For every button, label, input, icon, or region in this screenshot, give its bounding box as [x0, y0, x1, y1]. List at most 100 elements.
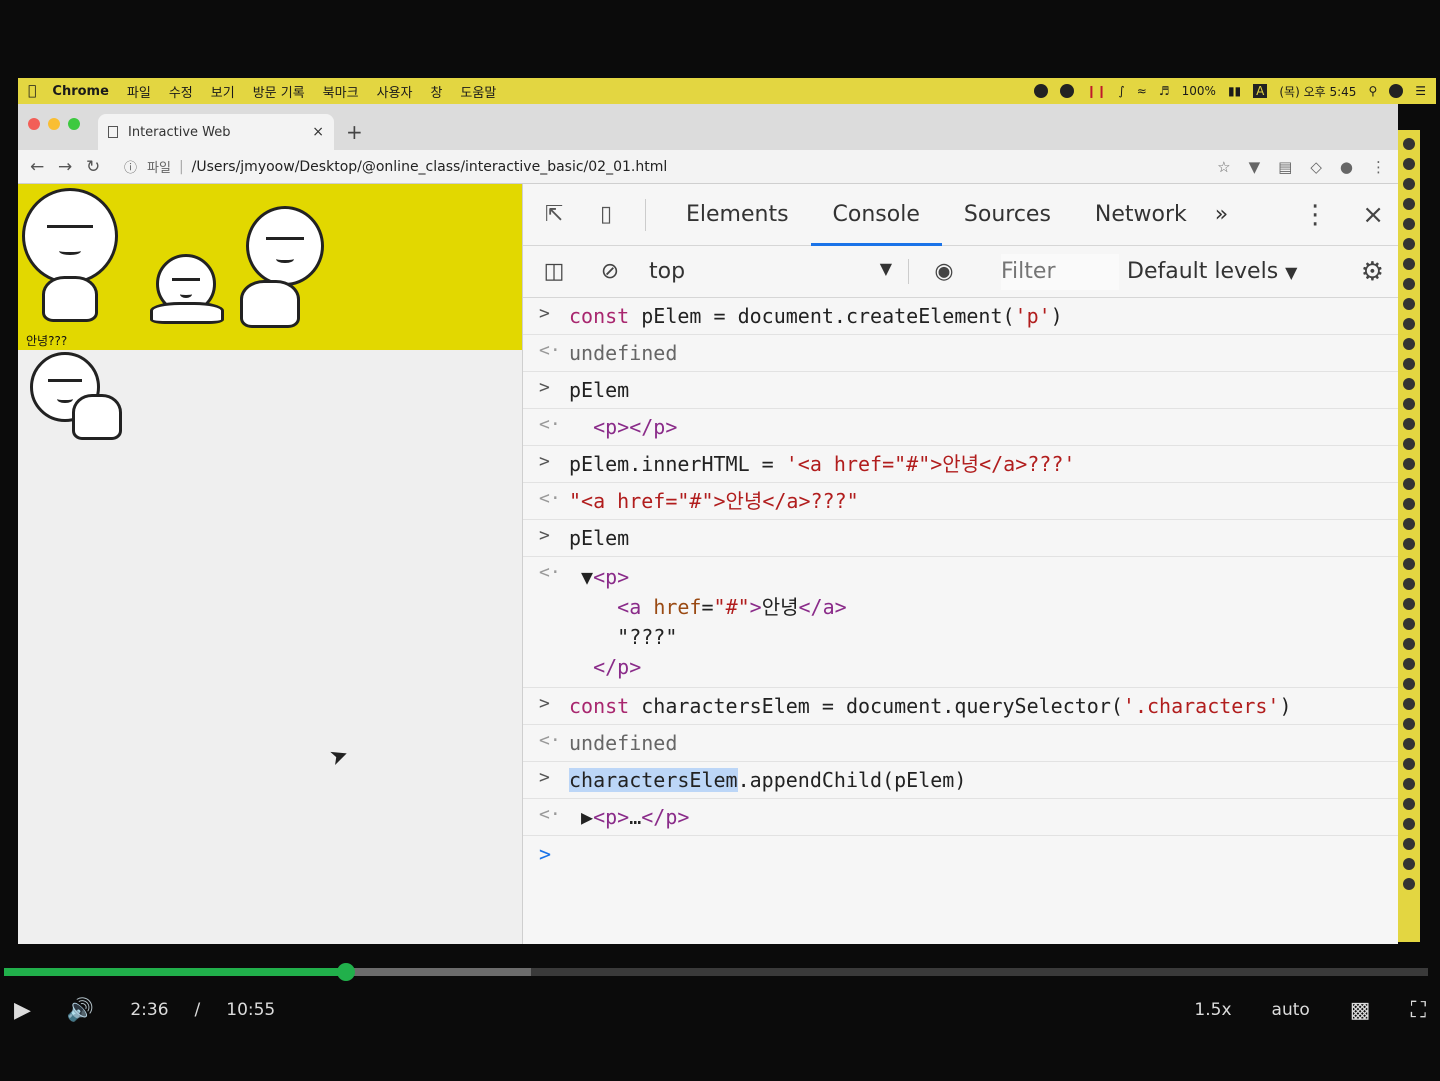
app-icon[interactable]	[1403, 838, 1415, 850]
new-tab-button[interactable]: +	[346, 114, 363, 150]
console-input-row[interactable]: > pElem	[523, 372, 1398, 409]
inspect-element-icon[interactable]: ⇱	[537, 200, 571, 230]
minimize-window-button[interactable]	[48, 118, 60, 130]
volume-icon[interactable]: 🔊	[67, 998, 94, 1023]
console-prompt-input[interactable]: >	[523, 836, 1398, 874]
clear-console-icon[interactable]: ⊘	[593, 259, 627, 284]
bluetooth-icon[interactable]: ∫	[1119, 84, 1125, 98]
console-filter-input[interactable]	[1001, 253, 1119, 290]
console-output-row[interactable]: <· <p></p>	[523, 409, 1398, 446]
app-icon[interactable]	[1403, 278, 1415, 290]
more-tabs-chevron-icon[interactable]: »	[1215, 202, 1228, 227]
extension-icon[interactable]: ▼	[1249, 158, 1261, 176]
bookmark-star-icon[interactable]: ☆	[1217, 158, 1230, 176]
app-icon[interactable]	[1403, 658, 1415, 670]
console-output-row[interactable]: <· ▼<p> <a href="#">안녕</a> "???" </p>	[523, 557, 1398, 688]
app-icon[interactable]	[1403, 318, 1415, 330]
sidebar-toggle-icon[interactable]: ◫	[537, 259, 571, 284]
tab-network[interactable]: Network	[1073, 184, 1209, 246]
app-icon[interactable]	[1403, 798, 1415, 810]
seek-handle[interactable]	[336, 963, 355, 981]
menu-item-window[interactable]: 창	[430, 82, 442, 101]
app-icon[interactable]	[1403, 378, 1415, 390]
app-icon[interactable]	[1403, 478, 1415, 490]
appended-paragraph-text[interactable]: 안녕???	[26, 332, 67, 349]
pause-icon[interactable]: ❙❙	[1086, 84, 1106, 98]
app-icon[interactable]	[1403, 218, 1415, 230]
log-levels-dropdown[interactable]: Default levels ▼	[1127, 259, 1297, 284]
app-icon[interactable]	[1403, 858, 1415, 870]
menu-item-file[interactable]: 파일	[127, 82, 151, 101]
play-icon[interactable]: ▶	[14, 998, 31, 1023]
reload-icon[interactable]: ↻	[86, 157, 114, 177]
app-icon[interactable]	[1403, 398, 1415, 410]
forward-arrow-icon[interactable]: →	[58, 157, 86, 177]
notification-center-icon[interactable]: ☰	[1415, 84, 1426, 98]
app-icon[interactable]	[1403, 178, 1415, 190]
status-app-icon[interactable]	[1034, 84, 1049, 98]
menu-item-help[interactable]: 도움말	[460, 82, 496, 101]
app-icon[interactable]	[1403, 878, 1415, 890]
fullscreen-icon[interactable]: ⛶	[1411, 998, 1426, 1023]
quality-button[interactable]: auto	[1272, 1000, 1310, 1020]
console-input-row[interactable]: > charactersElem.appendChild(pElem)	[523, 762, 1398, 799]
console-input-row[interactable]: > const charactersElem = document.querySe…	[523, 688, 1398, 725]
app-icon[interactable]	[1403, 518, 1415, 530]
live-expression-eye-icon[interactable]: ◉	[927, 259, 961, 284]
console-output-row[interactable]: <· ▶<p>…</p>	[523, 799, 1398, 836]
menu-app-name[interactable]: Chrome	[52, 84, 109, 99]
back-arrow-icon[interactable]: ←	[30, 157, 58, 177]
console-input-row[interactable]: > pElem.innerHTML = '<a href="#">안녕</a>??…	[523, 446, 1398, 483]
close-tab-icon[interactable]: ×	[312, 124, 324, 140]
profile-avatar[interactable]: ●	[1340, 158, 1353, 176]
console-input-row[interactable]: > const pElem = document.createElement('p…	[523, 298, 1398, 335]
app-icon[interactable]	[1403, 418, 1415, 430]
spotlight-search-icon[interactable]: ⚲	[1368, 84, 1377, 98]
app-icon[interactable]	[1403, 498, 1415, 510]
siri-icon[interactable]	[1389, 84, 1404, 98]
chrome-menu-icon[interactable]: ⋮	[1371, 158, 1386, 176]
app-icon[interactable]	[1403, 598, 1415, 610]
video-progress-bar[interactable]	[4, 963, 1428, 981]
extension-icon[interactable]: ▤	[1278, 158, 1292, 176]
extension-icon[interactable]: ◇	[1310, 158, 1322, 176]
info-icon[interactable]: ⓘ	[124, 157, 137, 176]
app-icon[interactable]	[1403, 358, 1415, 370]
app-icon[interactable]	[1403, 458, 1415, 470]
close-devtools-icon[interactable]: ×	[1362, 200, 1384, 230]
app-icon[interactable]	[1403, 678, 1415, 690]
app-icon[interactable]	[1403, 158, 1415, 170]
volume-icon[interactable]: ♬	[1159, 84, 1170, 98]
menu-item-edit[interactable]: 수정	[169, 82, 193, 101]
playback-speed-button[interactable]: 1.5x	[1194, 1000, 1231, 1020]
menu-item-history[interactable]: 방문 기록	[253, 82, 305, 101]
console-input-row[interactable]: > pElem	[523, 520, 1398, 557]
app-icon[interactable]	[1403, 298, 1415, 310]
app-icon[interactable]	[1403, 758, 1415, 770]
app-icon[interactable]	[1403, 138, 1415, 150]
app-icon[interactable]	[1403, 538, 1415, 550]
context-selector[interactable]: top ▼	[649, 259, 909, 284]
apple-icon[interactable]: 	[28, 83, 36, 99]
app-icon[interactable]	[1403, 818, 1415, 830]
app-icon[interactable]	[1403, 618, 1415, 630]
devtools-menu-icon[interactable]: ⋮	[1302, 200, 1328, 230]
battery-level[interactable]: 100%	[1182, 84, 1216, 98]
status-app-icon[interactable]	[1060, 84, 1075, 98]
app-icon[interactable]	[1403, 738, 1415, 750]
menu-item-view[interactable]: 보기	[211, 82, 235, 101]
picture-in-picture-icon[interactable]: ▩	[1350, 998, 1371, 1023]
app-icon[interactable]	[1403, 778, 1415, 790]
input-source-icon[interactable]: A	[1253, 84, 1268, 98]
tab-elements[interactable]: Elements	[664, 184, 811, 246]
wifi-icon[interactable]: ≈	[1137, 84, 1147, 98]
app-icon[interactable]	[1403, 238, 1415, 250]
url-field[interactable]: /Users/jmyoow/Desktop/@online_class/inte…	[192, 159, 668, 175]
tab-sources[interactable]: Sources	[942, 184, 1073, 246]
device-toolbar-icon[interactable]: ▯	[589, 200, 623, 230]
app-icon[interactable]	[1403, 558, 1415, 570]
app-icon[interactable]	[1403, 718, 1415, 730]
zoom-window-button[interactable]	[68, 118, 80, 130]
menu-item-bookmarks[interactable]: 북마크	[323, 82, 359, 101]
app-icon[interactable]	[1403, 258, 1415, 270]
